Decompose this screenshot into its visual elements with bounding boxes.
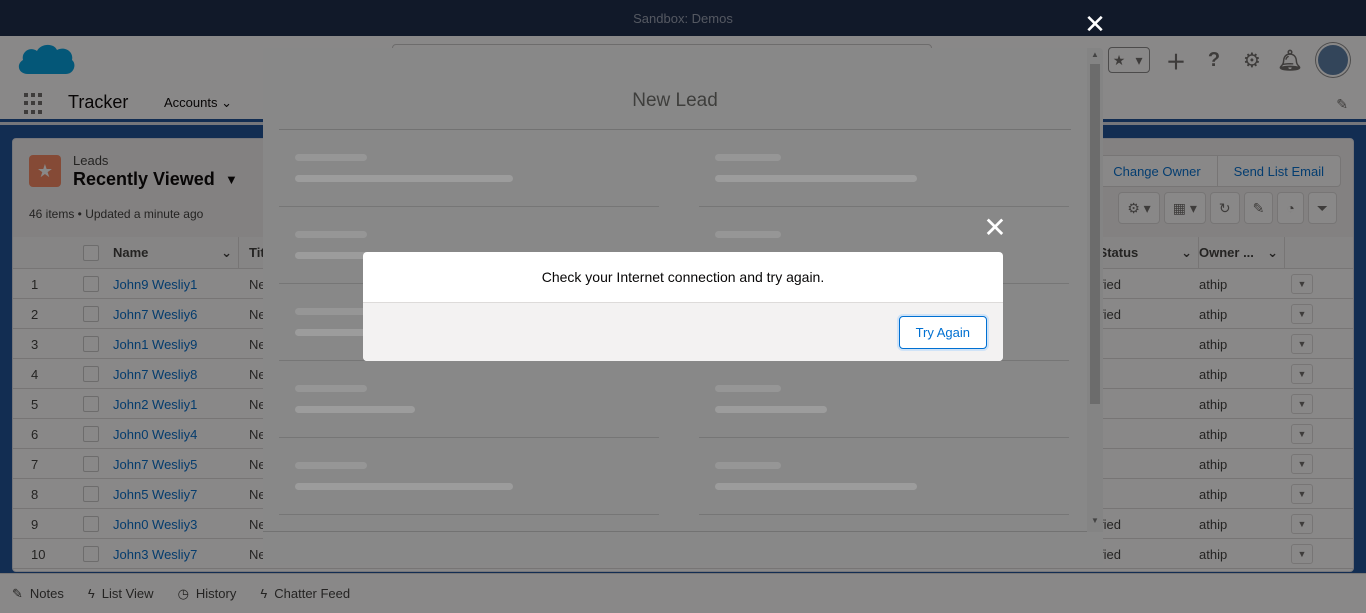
error-dialog-footer: Try Again — [363, 303, 1003, 361]
error-close-icon[interactable]: ✕ — [981, 214, 1009, 242]
modal-scrollbar[interactable]: ▲ ▼ — [1087, 48, 1103, 532]
loading-field — [279, 438, 659, 515]
loading-field — [699, 438, 1069, 515]
modal-title: New Lead — [632, 90, 718, 111]
loading-field — [279, 130, 659, 207]
scroll-down-icon[interactable]: ▼ — [1087, 516, 1103, 530]
error-message: Check your Internet connection and try a… — [363, 252, 1003, 303]
loading-field — [279, 361, 659, 438]
loading-field — [699, 130, 1069, 207]
loading-field — [699, 361, 1069, 438]
scroll-up-icon[interactable]: ▲ — [1087, 50, 1103, 64]
connection-error-dialog: Check your Internet connection and try a… — [363, 252, 1003, 361]
scrollbar-thumb[interactable] — [1090, 64, 1100, 404]
divider — [263, 531, 1087, 532]
try-again-button[interactable]: Try Again — [898, 316, 987, 349]
modal-close-icon[interactable]: ✕ — [1082, 11, 1108, 37]
